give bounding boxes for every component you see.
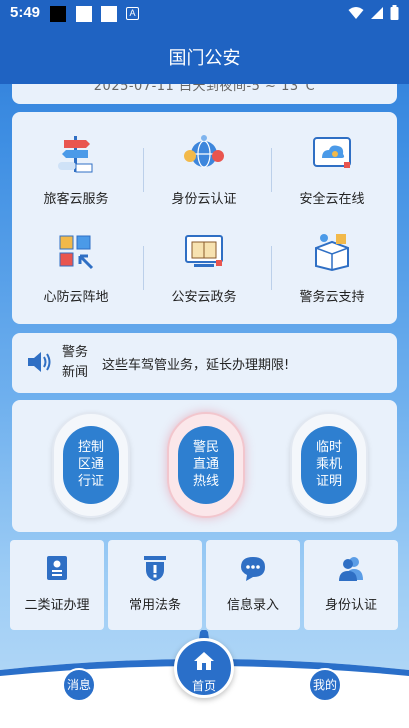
service-label: 公安云政务: [171, 290, 237, 305]
weather-text: 2025-07-11 白天到夜间-5 ~ 13°C: [93, 84, 316, 94]
capsule-text: 行证: [77, 474, 104, 489]
news-tag: 警务 新闻: [62, 343, 96, 383]
service-item-identity[interactable]: 身份云认证: [140, 132, 268, 207]
speaker-icon: [28, 352, 51, 372]
chat-bubble-icon: [241, 557, 265, 581]
notification-icon: [76, 6, 92, 22]
cloud-monitor-icon: [313, 137, 351, 168]
nav-home-label: 首页: [191, 679, 216, 693]
shield-badge-icon: [144, 556, 166, 581]
service-item-government[interactable]: 公安云政务: [140, 230, 268, 305]
capsule-text: 警民: [192, 440, 219, 455]
common-laws-button[interactable]: 常用法条: [108, 540, 202, 630]
book-screen-icon: [185, 235, 223, 267]
capsule-label: 临时 乘机 证明: [301, 426, 357, 504]
control-area-pass-button[interactable]: 控制 区通 行证: [52, 412, 130, 518]
wifi-icon: [348, 6, 364, 19]
box-support-icon: [315, 234, 349, 272]
services-card: 旅客云服务 身份云认证 安全云在线 心防云阵地 公安云政务 警务云支持: [12, 112, 397, 324]
signal-icon: [371, 6, 383, 19]
service-item-traveler[interactable]: 旅客云服务: [12, 132, 140, 207]
service-item-security[interactable]: 安全云在线: [268, 132, 396, 207]
app-header: 国门公安: [0, 28, 409, 84]
info-entry-button[interactable]: 信息录入: [206, 540, 300, 630]
nav-messages-button[interactable]: 消息: [62, 668, 96, 702]
news-banner[interactable]: 警务 新闻 这些车驾管业务，延长办理期限!: [12, 333, 397, 393]
service-label: 安全云在线: [299, 192, 365, 207]
status-time: 5:49: [10, 4, 41, 21]
notification-icon: [50, 6, 66, 22]
status-bar: 5:49 A: [0, 0, 409, 28]
identity-verify-button[interactable]: 身份认证: [304, 540, 398, 630]
capsule-label: 控制 区通 行证: [63, 426, 119, 504]
temporary-boarding-certificate-button[interactable]: 临时 乘机 证明: [290, 412, 368, 518]
capsule-text: 区通: [77, 457, 104, 472]
keyboard-icon: A: [126, 7, 139, 20]
users-icon: [339, 557, 363, 581]
notification-icon: [101, 6, 117, 22]
news-tag-line: 警务: [62, 345, 89, 360]
news-headline[interactable]: 这些车驾管业务，延长办理期限!: [102, 354, 289, 373]
home-icon: [194, 652, 214, 670]
quick-label: 二类证办理: [24, 598, 90, 613]
police-hotline-button[interactable]: 警民 直通 热线: [167, 412, 245, 518]
capsule-text: 热线: [192, 474, 219, 489]
quick-label: 常用法条: [128, 598, 181, 613]
nav-profile-button[interactable]: 我的: [308, 668, 342, 702]
id-card-icon: [47, 556, 67, 580]
capsule-text: 直通: [192, 457, 219, 472]
page-title: 国门公安: [168, 48, 241, 69]
service-label: 警务云支持: [299, 290, 365, 305]
weather-strip: 2025-07-11 白天到夜间-5 ~ 13°C: [12, 84, 397, 104]
nav-home-button[interactable]: 首页: [174, 638, 234, 698]
quick-label: 信息录入: [226, 598, 279, 613]
capsule-panel: 控制 区通 行证 警民 直通 热线 临时 乘机 证明: [12, 400, 397, 532]
service-label: 身份云认证: [171, 192, 237, 207]
service-item-mind-defense[interactable]: 心防云阵地: [12, 230, 140, 305]
quick-label: 身份认证: [324, 598, 377, 613]
capsule-text: 控制: [77, 440, 104, 455]
signpost-icon: [58, 136, 93, 173]
capsule-label: 警民 直通 热线: [178, 426, 234, 504]
news-tag-line: 新闻: [62, 365, 89, 380]
service-label: 旅客云服务: [43, 192, 109, 207]
capsule-text: 临时: [315, 440, 342, 455]
service-item-police-support[interactable]: 警务云支持: [268, 230, 396, 305]
quick-actions: 二类证办理 常用法条 信息录入 身份认证: [10, 540, 399, 630]
capsule-text: 乘机: [315, 457, 342, 472]
battery-icon: [390, 5, 399, 20]
capsule-text: 证明: [315, 474, 342, 489]
service-label: 心防云阵地: [43, 290, 109, 305]
second-class-id-button[interactable]: 二类证办理: [10, 540, 104, 630]
cubes-icon: [59, 235, 94, 270]
identity-globe-icon: [184, 135, 224, 168]
